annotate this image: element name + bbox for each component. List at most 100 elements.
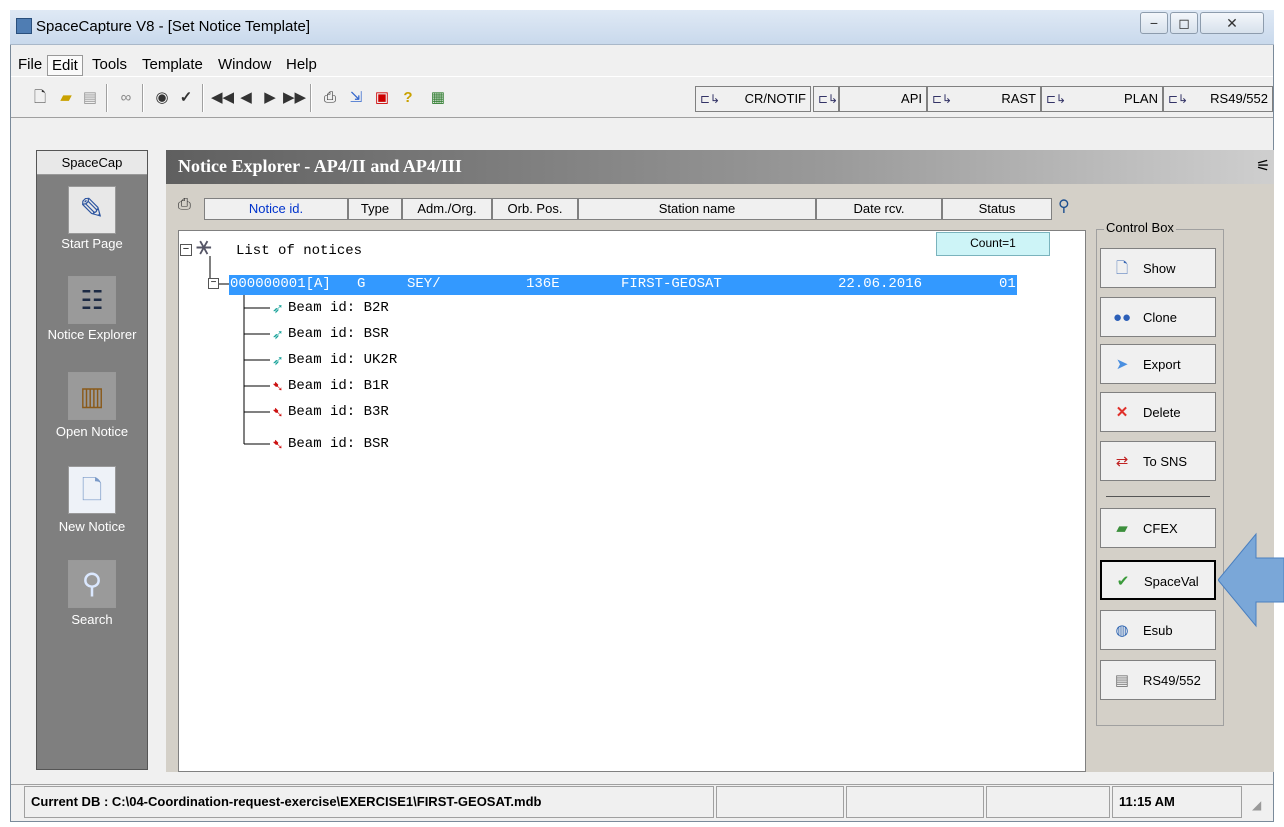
menu-help[interactable]: Help	[282, 55, 321, 74]
beam-item[interactable]: Beam id: B3R	[288, 404, 389, 420]
sns-transfer-icon: ⇄	[1115, 453, 1129, 470]
downlink-beam-icon: ➷	[272, 378, 284, 394]
column-status[interactable]: Status	[942, 198, 1052, 220]
layout-icon[interactable]: ▦	[426, 86, 450, 110]
sidebar-item-open-notice[interactable]: Open Notice	[36, 424, 148, 439]
cfex-button[interactable]: ▰ CFEX	[1100, 508, 1216, 548]
sidebar-item-new-notice[interactable]: New Notice	[36, 519, 148, 534]
beam-item[interactable]: Beam id: B2R	[288, 300, 389, 316]
last-record-icon[interactable]: ▶▶	[282, 86, 306, 110]
rs49-button[interactable]: ▤ RS49/552	[1100, 660, 1216, 700]
sidebar-item-search[interactable]: Search	[36, 612, 148, 627]
spaceval-button[interactable]: ✔ SpaceVal	[1100, 560, 1216, 600]
validate-icon[interactable]: ▣	[370, 86, 394, 110]
esub-button[interactable]: ◍ Esub	[1100, 610, 1216, 650]
sidebar-header[interactable]: SpaceCap	[37, 151, 147, 175]
beam-item[interactable]: Beam id: BSR	[288, 436, 389, 452]
layer-icon: ⊏↳	[700, 92, 721, 106]
maximize-button[interactable]: ◻	[1170, 12, 1198, 34]
layer-tab-blank[interactable]: ⊏↳	[813, 86, 839, 112]
column-adm-org[interactable]: Adm./Org.	[402, 198, 492, 220]
collapse-root-icon[interactable]: −	[180, 244, 192, 256]
notice-row-selected[interactable]: 000000001[A] G SEY/ 136E FIRST-GEOSAT 22…	[229, 275, 1017, 295]
toolbar-separator	[202, 84, 204, 112]
esub-globe-icon: ◍	[1115, 622, 1129, 639]
resize-grip-icon[interactable]: ◢	[1252, 798, 1261, 812]
show-button[interactable]: 🗋 Show	[1100, 248, 1216, 288]
toolbar-separator	[106, 84, 108, 112]
new-document-icon[interactable]: 🗋	[68, 466, 116, 514]
next-record-icon[interactable]: ▶	[258, 86, 282, 110]
notice-explorer-icon[interactable]: ☷	[68, 276, 116, 324]
layer-icon: ⊏↳	[1168, 92, 1189, 106]
notice-station-cell: FIRST-GEOSAT	[621, 276, 722, 292]
import-icon[interactable]: ⇲	[344, 86, 368, 110]
start-page-icon[interactable]: ✎	[68, 186, 116, 234]
app-icon	[16, 18, 32, 34]
column-orb-pos[interactable]: Orb. Pos.	[492, 198, 578, 220]
sidebar-item-start-page[interactable]: Start Page	[36, 236, 148, 251]
uplink-beam-icon: ➶	[272, 352, 284, 368]
close-button[interactable]: ✕	[1200, 12, 1264, 34]
menu-template[interactable]: Template	[138, 55, 207, 74]
toolbar-separator	[142, 84, 144, 112]
window-title: SpaceCapture V8 - [Set Notice Template]	[36, 18, 311, 35]
users-icon: ●●	[1113, 309, 1132, 326]
notice-type-cell: G	[357, 276, 366, 292]
column-type[interactable]: Type	[348, 198, 402, 220]
new-icon[interactable]: 🗋	[28, 86, 52, 110]
checkmark-icon[interactable]: ✓	[174, 86, 198, 110]
layer-icon: ⊏↳	[818, 92, 839, 106]
document-icon: 🗋	[1115, 260, 1129, 277]
sidebar-item-notice-explorer[interactable]: Notice Explorer	[36, 327, 148, 342]
notice-list-icon: ⚹	[196, 230, 212, 260]
first-record-icon[interactable]: ◀◀	[210, 86, 234, 110]
status-clock: 11:15 AM	[1112, 786, 1242, 818]
callout-arrow-icon	[1218, 532, 1284, 628]
control-box-label: Control Box	[1104, 220, 1176, 235]
control-divider	[1106, 496, 1210, 497]
help-icon[interactable]: ?	[396, 86, 420, 110]
column-station-name[interactable]: Station name	[578, 198, 816, 220]
database-icon[interactable]: ▤	[78, 86, 102, 110]
glasses-icon[interactable]: ∞	[114, 86, 138, 110]
notice-orb-pos-cell: 136E	[526, 276, 560, 292]
to-sns-button[interactable]: ⇄ To SNS	[1100, 441, 1216, 481]
beam-item[interactable]: Beam id: UK2R	[288, 352, 397, 368]
collapse-notice-icon[interactable]: −	[208, 278, 219, 289]
menu-window[interactable]: Window	[214, 55, 275, 74]
status-panel-empty	[986, 786, 1110, 818]
downlink-beam-icon: ➷	[272, 404, 284, 420]
layer-tab-plan[interactable]: ⊏↳ PLAN	[1041, 86, 1163, 112]
menu-edit[interactable]: Edit	[47, 55, 83, 76]
print-icon[interactable]: ⎙	[318, 86, 342, 110]
export-button[interactable]: ➤ Export	[1100, 344, 1216, 384]
minimize-button[interactable]: −	[1140, 12, 1168, 34]
printer-icon[interactable]: ⎙	[178, 196, 191, 214]
layer-tab-rs49[interactable]: ⊏↳ RS49/552	[1163, 86, 1273, 112]
column-notice-id[interactable]: Notice id.	[204, 198, 348, 220]
open-folder-icon[interactable]: ▰	[54, 86, 78, 110]
uplink-beam-icon: ➶	[272, 326, 284, 342]
open-book-icon[interactable]: ▥	[68, 372, 116, 420]
magnifier-icon[interactable]: ⚲	[68, 560, 116, 608]
menu-tools[interactable]: Tools	[88, 55, 131, 74]
delete-button[interactable]: ✕ Delete	[1100, 392, 1216, 432]
search-notice-icon[interactable]: ⚲	[1058, 196, 1070, 216]
beam-item[interactable]: Beam id: BSR	[288, 326, 389, 342]
beam-item[interactable]: Beam id: B1R	[288, 378, 389, 394]
layer-tab-rast[interactable]: ⊏↳ RAST	[927, 86, 1041, 112]
clone-button[interactable]: ●● Clone	[1100, 297, 1216, 337]
column-date-rcv[interactable]: Date rcv.	[816, 198, 942, 220]
layer-tab-api[interactable]: API	[839, 86, 927, 112]
status-panel-empty	[716, 786, 844, 818]
layer-tab-cr-notif[interactable]: ⊏↳ CR/NOTIF	[695, 86, 811, 112]
menu-file[interactable]: File	[14, 55, 46, 74]
previous-record-icon[interactable]: ◀	[234, 86, 258, 110]
spaceval-check-icon: ✔	[1116, 573, 1130, 590]
layer-icon: ⊏↳	[1046, 92, 1067, 106]
tree-root-label[interactable]: List of notices	[236, 243, 362, 259]
tree-toggle-icon[interactable]: ⚟	[1256, 156, 1270, 176]
binoculars-icon[interactable]: ◉	[150, 86, 174, 110]
layer-icon: ⊏↳	[932, 92, 953, 106]
